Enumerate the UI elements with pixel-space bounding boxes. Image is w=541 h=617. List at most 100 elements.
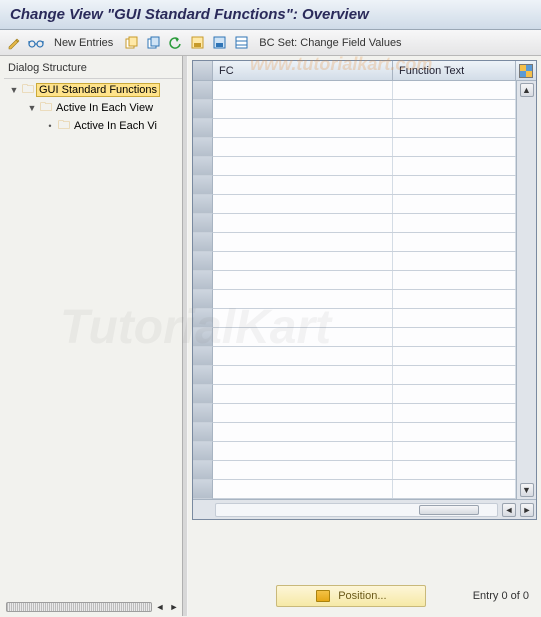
tree-expand-icon[interactable]: ▼ bbox=[26, 103, 38, 113]
cell-fc[interactable] bbox=[213, 214, 393, 232]
cell-function-text[interactable] bbox=[393, 252, 516, 270]
table-row[interactable] bbox=[213, 480, 516, 499]
table-row[interactable] bbox=[213, 157, 516, 176]
table-row[interactable] bbox=[213, 347, 516, 366]
row-selector[interactable] bbox=[193, 404, 213, 423]
row-selector[interactable] bbox=[193, 309, 213, 328]
row-selector[interactable] bbox=[193, 461, 213, 480]
cell-function-text[interactable] bbox=[393, 138, 516, 156]
tree-splitter-handle[interactable] bbox=[6, 602, 152, 612]
row-selector[interactable] bbox=[193, 252, 213, 271]
copy-as-icon[interactable] bbox=[121, 33, 141, 53]
cell-function-text[interactable] bbox=[393, 233, 516, 251]
cell-function-text[interactable] bbox=[393, 309, 516, 327]
cell-function-text[interactable] bbox=[393, 271, 516, 289]
cell-function-text[interactable] bbox=[393, 404, 516, 422]
row-selector[interactable] bbox=[193, 138, 213, 157]
cell-fc[interactable] bbox=[213, 480, 393, 498]
table-row[interactable] bbox=[213, 233, 516, 252]
cell-fc[interactable] bbox=[213, 100, 393, 118]
cell-fc[interactable] bbox=[213, 233, 393, 251]
scroll-left-icon[interactable]: ◄ bbox=[502, 503, 516, 517]
table-row[interactable] bbox=[213, 442, 516, 461]
table-row[interactable] bbox=[213, 404, 516, 423]
scroll-right-icon[interactable]: ► bbox=[520, 503, 534, 517]
row-selector[interactable] bbox=[193, 328, 213, 347]
position-button[interactable]: Position... bbox=[276, 585, 426, 607]
cell-fc[interactable] bbox=[213, 290, 393, 308]
table-row[interactable] bbox=[213, 385, 516, 404]
hscroll-track[interactable] bbox=[215, 503, 498, 517]
tree-expand-icon[interactable]: ▼ bbox=[8, 85, 20, 95]
row-selector[interactable] bbox=[193, 442, 213, 461]
column-header-fc[interactable]: FC bbox=[213, 61, 393, 81]
cell-fc[interactable] bbox=[213, 271, 393, 289]
cell-function-text[interactable] bbox=[393, 461, 516, 479]
row-selector[interactable] bbox=[193, 480, 213, 499]
other-view-icon[interactable] bbox=[26, 33, 46, 53]
row-selector[interactable] bbox=[193, 214, 213, 233]
cell-function-text[interactable] bbox=[393, 176, 516, 194]
row-selector[interactable] bbox=[193, 176, 213, 195]
cell-fc[interactable] bbox=[213, 328, 393, 346]
tree-node-active-in-each-view[interactable]: ▼ 🗀 Active In Each View bbox=[4, 99, 182, 117]
cell-function-text[interactable] bbox=[393, 100, 516, 118]
cell-function-text[interactable] bbox=[393, 328, 516, 346]
cell-function-text[interactable] bbox=[393, 385, 516, 403]
cell-function-text[interactable] bbox=[393, 119, 516, 137]
row-selector[interactable] bbox=[193, 385, 213, 404]
cell-function-text[interactable] bbox=[393, 290, 516, 308]
row-selector[interactable] bbox=[193, 271, 213, 290]
cell-fc[interactable] bbox=[213, 309, 393, 327]
undo-icon[interactable] bbox=[165, 33, 185, 53]
table-row[interactable] bbox=[213, 138, 516, 157]
cell-fc[interactable] bbox=[213, 138, 393, 156]
row-selector-header[interactable] bbox=[193, 61, 213, 81]
cell-function-text[interactable] bbox=[393, 366, 516, 384]
column-header-function-text[interactable]: Function Text bbox=[393, 61, 516, 81]
table-row[interactable] bbox=[213, 271, 516, 290]
row-selector[interactable] bbox=[193, 347, 213, 366]
table-row[interactable] bbox=[213, 100, 516, 119]
cell-fc[interactable] bbox=[213, 176, 393, 194]
cell-function-text[interactable] bbox=[393, 423, 516, 441]
row-selector[interactable] bbox=[193, 81, 213, 100]
cell-fc[interactable] bbox=[213, 347, 393, 365]
cell-function-text[interactable] bbox=[393, 195, 516, 213]
cell-fc[interactable] bbox=[213, 461, 393, 479]
cell-fc[interactable] bbox=[213, 385, 393, 403]
row-selector[interactable] bbox=[193, 157, 213, 176]
toggle-change-icon[interactable] bbox=[4, 33, 24, 53]
select-block-icon[interactable] bbox=[209, 33, 229, 53]
cell-fc[interactable] bbox=[213, 442, 393, 460]
row-selector[interactable] bbox=[193, 233, 213, 252]
tree-scroll-right-icon[interactable]: ► bbox=[168, 601, 180, 613]
table-row[interactable] bbox=[213, 366, 516, 385]
scroll-down-icon[interactable]: ▼ bbox=[520, 483, 534, 497]
tree-node-gui-standard-functions[interactable]: ▼ 🗀 GUI Standard Functions bbox=[4, 81, 182, 99]
deselect-all-icon[interactable] bbox=[231, 33, 251, 53]
cell-fc[interactable] bbox=[213, 157, 393, 175]
scroll-up-icon[interactable]: ▲ bbox=[520, 83, 534, 97]
table-row[interactable] bbox=[213, 176, 516, 195]
cell-fc[interactable] bbox=[213, 119, 393, 137]
dialog-structure-tree[interactable]: ▼ 🗀 GUI Standard Functions ▼ 🗀 Active In… bbox=[4, 78, 182, 598]
table-row[interactable] bbox=[213, 423, 516, 442]
table-row[interactable] bbox=[213, 252, 516, 271]
cell-fc[interactable] bbox=[213, 404, 393, 422]
row-selector[interactable] bbox=[193, 366, 213, 385]
tree-scroll-left-icon[interactable]: ◄ bbox=[154, 601, 166, 613]
tree-node-active-in-each-view-child[interactable]: • 🗀 Active In Each Vi bbox=[4, 117, 182, 135]
row-selector[interactable] bbox=[193, 423, 213, 442]
cell-function-text[interactable] bbox=[393, 157, 516, 175]
table-row[interactable] bbox=[213, 81, 516, 100]
table-row[interactable] bbox=[213, 119, 516, 138]
row-selector[interactable] bbox=[193, 119, 213, 138]
table-row[interactable] bbox=[213, 309, 516, 328]
hscroll-thumb[interactable] bbox=[419, 505, 479, 515]
cell-fc[interactable] bbox=[213, 252, 393, 270]
cell-function-text[interactable] bbox=[393, 347, 516, 365]
cell-fc[interactable] bbox=[213, 366, 393, 384]
row-selector[interactable] bbox=[193, 100, 213, 119]
select-all-icon[interactable] bbox=[187, 33, 207, 53]
